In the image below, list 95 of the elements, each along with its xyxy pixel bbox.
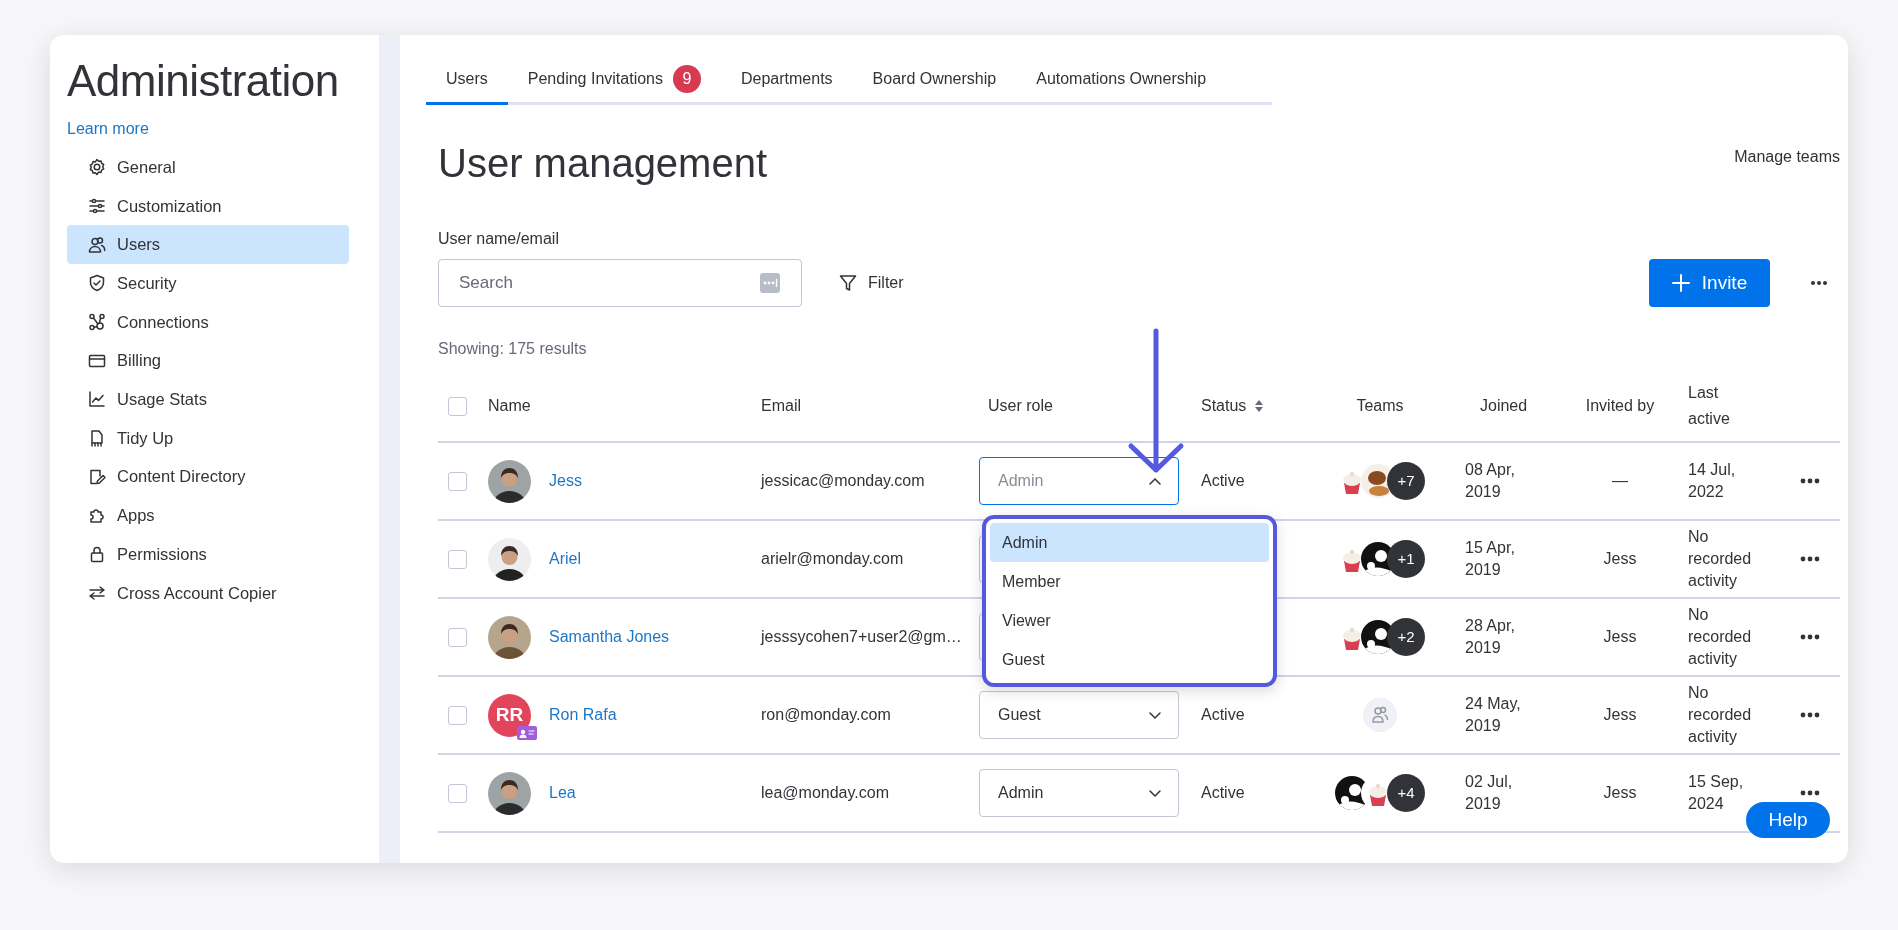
sidebar-title: Administration	[67, 55, 340, 107]
sort-icon[interactable]	[1254, 399, 1265, 413]
date-text: 15 Sep, 2024	[1688, 771, 1745, 814]
tab[interactable]: Users	[426, 57, 508, 105]
inviter-text: Jess	[1603, 550, 1637, 567]
column-header: Last active	[1688, 383, 1731, 429]
shield-icon	[87, 273, 107, 294]
team-count: +7	[1387, 462, 1425, 500]
date-text: 24 May, 2019	[1465, 693, 1522, 736]
sidebar-item[interactable]: Customization	[67, 186, 349, 226]
inviter-text: —	[1612, 472, 1628, 489]
inviter-text: Jess	[1603, 628, 1637, 645]
date-text: 02 Jul, 2019	[1465, 771, 1514, 814]
sidebar-item[interactable]: General	[67, 148, 349, 187]
results-count: Showing: 175 results	[438, 339, 588, 359]
team-count: +1	[1387, 540, 1425, 578]
user-name-link[interactable]: Samantha Jones	[549, 628, 670, 645]
column-header: Joined	[1480, 397, 1528, 414]
email-text: arielr@monday.com	[761, 550, 904, 567]
date-text: 28 Apr, 2019	[1465, 615, 1516, 658]
users-icon	[1363, 698, 1397, 732]
status-text: Active	[1201, 706, 1245, 723]
sidebar-item[interactable]: Apps	[67, 496, 349, 535]
checkbox[interactable]	[448, 705, 467, 725]
filter-icon	[838, 273, 858, 293]
date-text: No recorded activity	[1688, 526, 1753, 591]
sidebar-item[interactable]: Connections	[67, 302, 349, 342]
user-name-link[interactable]: Lea	[549, 784, 576, 801]
field-label: User name/email	[438, 229, 560, 249]
date-text: 14 Jul, 2022	[1688, 459, 1737, 502]
user-name-link[interactable]: Ron Rafa	[549, 706, 617, 723]
role-select[interactable]: Admin	[979, 457, 1179, 505]
role-select[interactable]: Admin	[979, 769, 1179, 817]
checkbox[interactable]	[448, 549, 467, 569]
checkbox[interactable]	[448, 396, 467, 416]
line-chart-icon	[87, 389, 107, 410]
email-text: jesssycohen7+user2@gm…	[761, 628, 962, 645]
inviter-text: Jess	[1603, 706, 1637, 723]
nodes-icon	[87, 312, 107, 333]
manage-teams-button[interactable]: Manage teams	[1734, 145, 1840, 169]
sidebar-item[interactable]: Cross Account Copier	[67, 573, 349, 613]
count-badge: 9	[673, 65, 701, 93]
more-icon[interactable]	[1800, 790, 1820, 796]
checkbox[interactable]	[448, 471, 467, 491]
tab[interactable]: Pending Invitations 9	[507, 57, 721, 105]
sidebar-item[interactable]: Permissions	[67, 534, 349, 574]
more-icon[interactable]	[1810, 280, 1828, 286]
inviter-text: Jess	[1603, 784, 1637, 801]
column-header: Invited by	[1585, 397, 1655, 414]
sidebar-item[interactable]: Tidy Up	[67, 418, 349, 458]
sidebar-item[interactable]: Billing	[67, 341, 349, 381]
ellipsis-icon	[760, 273, 780, 293]
tab[interactable]: Departments	[721, 57, 853, 105]
date-text: 08 Apr, 2019	[1465, 459, 1516, 502]
status-text: Active	[1201, 472, 1245, 489]
column-header: Teams	[1356, 396, 1404, 416]
column-header: User role	[988, 397, 1053, 414]
column-header: Status	[1201, 396, 1247, 416]
filter-button[interactable]: Filter	[832, 270, 910, 296]
more-icon[interactable]	[1800, 556, 1820, 562]
user-name-link[interactable]: Ariel	[549, 550, 581, 567]
sidebar-item[interactable]: Security	[67, 264, 349, 303]
sidebar-item[interactable]: Usage Stats	[67, 380, 349, 419]
help-button[interactable]: Help	[1746, 802, 1830, 838]
user-avatar: RR	[488, 693, 531, 737]
page-title: User management	[438, 140, 768, 187]
column-header: Name	[488, 397, 531, 414]
users-icon	[87, 234, 107, 255]
status-text: Active	[1201, 784, 1245, 801]
date-text: No recorded activity	[1688, 682, 1753, 747]
sidebar-item[interactable]: Content Directory	[67, 457, 349, 497]
search-field[interactable]: Search	[438, 259, 802, 307]
date-text: No recorded activity	[1688, 604, 1753, 669]
learn-more-link[interactable]: Learn more	[67, 117, 149, 141]
email-text: jessicac@monday.com	[761, 472, 925, 489]
more-icon[interactable]	[1800, 634, 1820, 640]
checkbox[interactable]	[448, 627, 467, 647]
gear-icon	[87, 157, 107, 178]
role-option[interactable]: Admin	[990, 523, 1269, 562]
team-count: +2	[1387, 618, 1425, 656]
plus-icon	[1671, 274, 1690, 292]
tab[interactable]: Board Ownership	[852, 57, 1017, 105]
tab[interactable]: Automations Ownership	[1016, 57, 1227, 105]
role-select[interactable]: Guest	[979, 691, 1179, 739]
invite-button[interactable]: Invite	[1649, 259, 1770, 307]
more-icon[interactable]	[1800, 712, 1820, 718]
sidebar-item[interactable]: Users	[67, 225, 349, 265]
user-name-link[interactable]: Jess	[549, 472, 582, 489]
date-text: 15 Apr, 2019	[1465, 537, 1516, 580]
checkbox[interactable]	[448, 783, 467, 803]
more-icon[interactable]	[1800, 478, 1820, 484]
email-text: lea@monday.com	[761, 784, 889, 801]
email-text: ron@monday.com	[761, 706, 891, 723]
team-count: +4	[1387, 774, 1425, 812]
column-header: Email	[761, 397, 801, 414]
